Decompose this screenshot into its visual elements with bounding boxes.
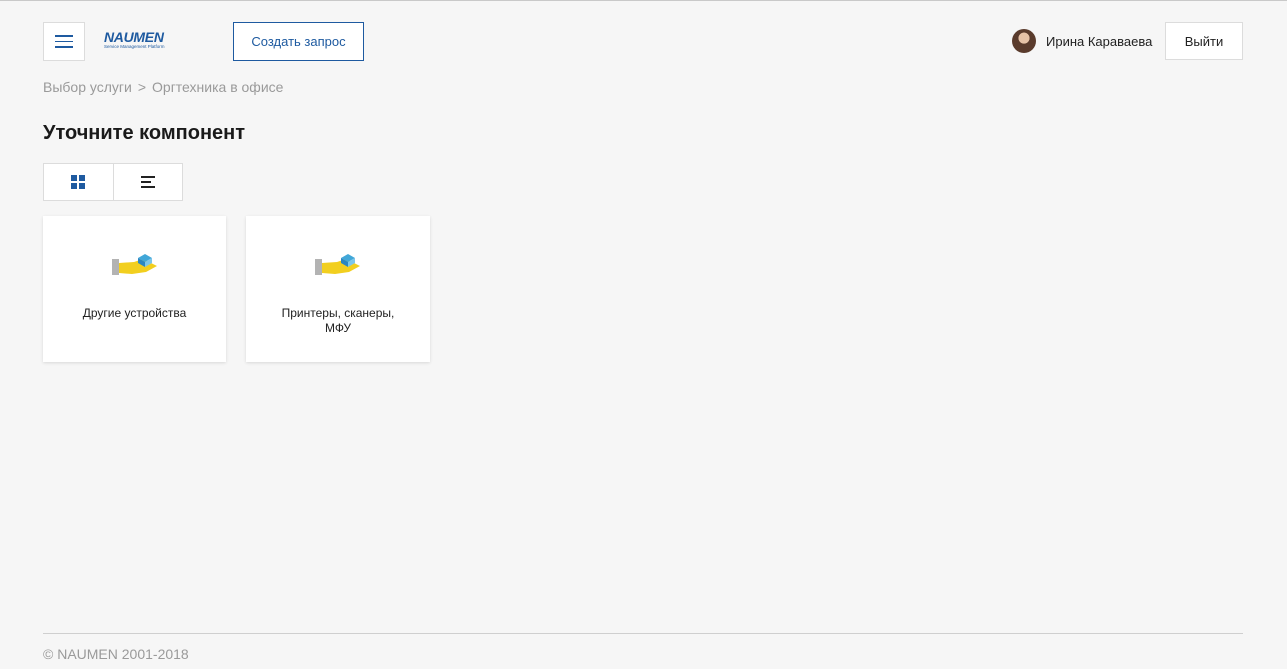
- list-view-button[interactable]: [112, 164, 183, 200]
- logo-subtitle: Service Management Platform: [104, 44, 165, 49]
- breadcrumb-item-office-equipment[interactable]: Оргтехника в офисе: [152, 79, 283, 95]
- grid-view-button[interactable]: [44, 164, 113, 200]
- hamburger-icon-line: [55, 46, 73, 48]
- logo-word: NAUMEN: [104, 29, 164, 45]
- card-label: Другие устройства: [82, 306, 187, 320]
- page-title: Уточните компонент: [43, 122, 246, 144]
- copyright: © NAUMEN 2001-2018: [43, 646, 189, 662]
- breadcrumb: Выбор услуги > Оргтехника в офисе: [43, 79, 283, 95]
- menu-button[interactable]: [43, 22, 85, 61]
- footer-divider: [43, 633, 1243, 634]
- avatar: [1012, 29, 1036, 53]
- naumen-logo[interactable]: NAUMEN Service Management Platform: [104, 29, 186, 51]
- user-profile[interactable]: Ирина Караваева: [1012, 28, 1152, 54]
- user-name: Ирина Караваева: [1046, 33, 1153, 49]
- hamburger-icon-line: [55, 40, 73, 43]
- component-card-other-devices[interactable]: Другие устройства: [43, 216, 226, 362]
- breadcrumb-item-service-choice[interactable]: Выбор услуги: [43, 79, 132, 95]
- breadcrumb-separator: >: [137, 79, 147, 95]
- hamburger-icon-line: [55, 35, 73, 37]
- grid-icon: [71, 175, 86, 189]
- component-card-printers[interactable]: Принтеры, сканеры, МФУ: [246, 216, 430, 362]
- logout-button[interactable]: Выйти: [1165, 22, 1243, 60]
- create-request-button[interactable]: Создать запрос: [233, 22, 364, 61]
- service-hand-icon: [315, 254, 361, 283]
- service-hand-icon: [111, 254, 158, 283]
- view-toggle: [43, 163, 183, 201]
- list-icon: [140, 176, 155, 188]
- card-label: Принтеры, сканеры, МФУ: [281, 306, 395, 335]
